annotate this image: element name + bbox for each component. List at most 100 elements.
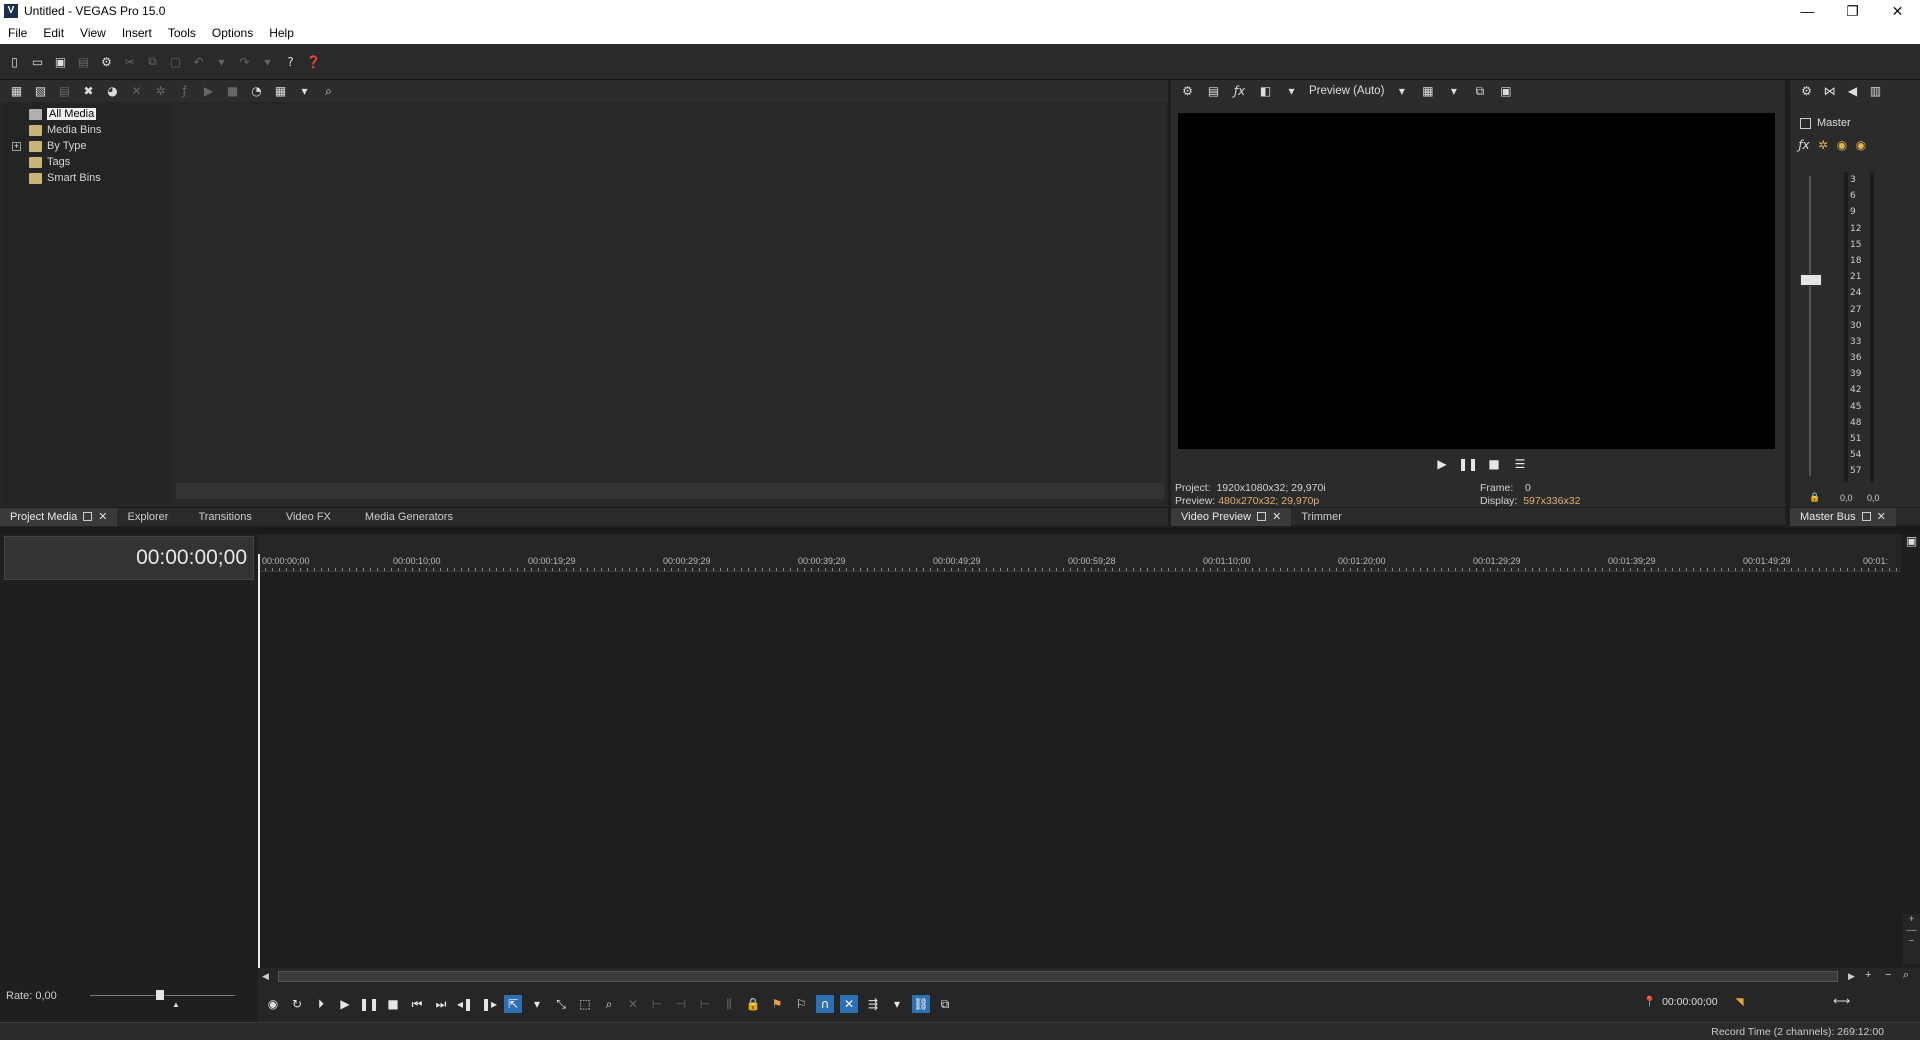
menu-edit[interactable]: Edit — [35, 26, 72, 40]
marker-bar[interactable] — [258, 534, 1901, 554]
previous-frame-icon[interactable]: ◂❚ — [456, 995, 474, 1013]
redo-icon[interactable]: ↷ — [236, 53, 253, 70]
views-icon[interactable]: ▦ — [272, 83, 289, 100]
ignore-grouping-icon[interactable]: ⧉ — [936, 995, 954, 1013]
copy-icon[interactable]: ⧉ — [144, 53, 161, 70]
scroll-right-icon[interactable]: ▶ — [1848, 971, 1855, 982]
menu-icon[interactable]: ☰ — [1511, 455, 1529, 473]
tree-item-tags[interactable]: Tags — [12, 154, 170, 170]
media-horizontal-scrollbar[interactable] — [176, 483, 1164, 499]
get-media-icon[interactable]: ▤ — [56, 83, 73, 100]
video-preview-canvas[interactable] — [1178, 113, 1775, 449]
new-project-icon[interactable]: ▯ — [6, 53, 23, 70]
tab-media-generators[interactable]: Media Generators — [341, 508, 463, 526]
undock-icon[interactable] — [83, 512, 93, 521]
envelope-tool-icon[interactable]: ⤡ — [552, 995, 570, 1013]
master-mute-icon[interactable]: ◉ — [1835, 136, 1849, 153]
play-icon[interactable]: ▶ — [336, 995, 354, 1013]
tab-video-preview[interactable]: Video Preview ✕ — [1171, 507, 1292, 526]
undo-icon[interactable]: ↶ — [190, 53, 207, 70]
master-fx-icon[interactable]: ƒx — [1797, 136, 1811, 153]
render-icon[interactable]: ▤ — [75, 53, 92, 70]
minimize-button[interactable]: — — [1785, 3, 1830, 20]
pause-icon[interactable]: ❚❚ — [1458, 455, 1478, 473]
record-icon[interactable]: ◉ — [264, 995, 282, 1013]
external-monitor-icon[interactable]: ▤ — [1205, 83, 1222, 100]
overlays-grid-icon[interactable]: ▦ — [1419, 83, 1436, 100]
playhead-cursor[interactable] — [258, 554, 260, 968]
master-automation-icon[interactable]: ✲ — [1816, 136, 1830, 153]
edit-details-icon[interactable]: ▣ — [1903, 534, 1920, 552]
edit-tool-dropdown-icon[interactable]: ▾ — [528, 995, 546, 1013]
meters-icon[interactable]: ▥ — [1867, 83, 1884, 100]
master-fader-handle[interactable] — [1800, 274, 1822, 286]
lock-envelopes-icon[interactable]: ⛓ — [912, 995, 930, 1013]
split-icon[interactable]: ⫼ — [720, 995, 738, 1013]
close-icon[interactable]: ✕ — [1272, 510, 1281, 523]
zoom-in-icon[interactable]: + — [1865, 969, 1871, 981]
panel-splitter[interactable] — [0, 527, 1920, 534]
auto-preview-icon[interactable]: ◔ — [248, 83, 265, 100]
save-snapshot-icon[interactable]: ▣ — [1497, 83, 1514, 100]
timeline-horizontal-scrollbar[interactable] — [278, 971, 1838, 982]
next-frame-icon[interactable]: ❚▸ — [480, 995, 498, 1013]
lock-icon[interactable]: 🔒 — [744, 995, 762, 1013]
insert-region-icon[interactable]: ⚐ — [792, 995, 810, 1013]
tab-explorer[interactable]: Explorer — [117, 508, 178, 526]
normal-edit-tool-icon[interactable]: ⇱ — [504, 995, 522, 1013]
undock-icon[interactable] — [1861, 512, 1871, 521]
delete-icon[interactable]: ✕ — [128, 83, 145, 100]
pause-icon[interactable]: ❚❚ — [359, 995, 379, 1013]
tree-item-media-bins[interactable]: Media Bins — [12, 122, 170, 138]
redo-dropdown-icon[interactable]: ▾ — [259, 53, 276, 70]
stop-icon[interactable]: ■ — [1485, 455, 1503, 473]
tab-video-fx[interactable]: Video FX — [262, 508, 341, 526]
tab-project-media[interactable]: Project Media ✕ — [0, 507, 118, 526]
close-icon[interactable]: ✕ — [98, 510, 107, 523]
split-dropdown-icon[interactable]: ▾ — [1283, 83, 1300, 100]
import-media-icon[interactable]: ▦ — [8, 83, 25, 100]
go-to-start-icon[interactable]: ⏮ — [408, 995, 426, 1013]
open-icon[interactable]: ▭ — [29, 53, 46, 70]
trim-icon[interactable]: ⊢ — [648, 995, 666, 1013]
tree-item-all-media[interactable]: All Media — [12, 106, 170, 122]
stop-icon[interactable]: ■ — [384, 995, 402, 1013]
undo-dropdown-icon[interactable]: ▾ — [213, 53, 230, 70]
ripple-edit-icon[interactable]: ⇶ — [864, 995, 882, 1013]
tree-item-smart-bins[interactable]: Smart Bins — [12, 170, 170, 186]
time-ruler[interactable]: 00:00:00;00 00:00:10;00 00:00:19;29 00:0… — [258, 554, 1901, 572]
video-fx-icon[interactable]: ƒx — [1231, 83, 1248, 100]
save-icon[interactable]: ▣ — [52, 53, 69, 70]
tree-item-by-type[interactable]: + By Type — [12, 138, 170, 154]
menu-tools[interactable]: Tools — [160, 26, 204, 40]
master-solo-icon[interactable]: ◉ — [1854, 136, 1868, 153]
media-list-area[interactable] — [172, 104, 1166, 503]
preview-quality-select[interactable]: Preview (Auto) — [1309, 85, 1384, 97]
zoom-tool-icon[interactable]: ⌕ — [1903, 969, 1909, 982]
ripple-dropdown-icon[interactable]: ▾ — [888, 995, 906, 1013]
whats-this-icon[interactable]: ❓ — [305, 53, 322, 70]
menu-view[interactable]: View — [72, 26, 114, 40]
tab-transitions[interactable]: Transitions — [178, 508, 261, 526]
selection-tool-icon[interactable]: ⬚ — [576, 995, 594, 1013]
go-to-end-icon[interactable]: ⏭ — [432, 995, 450, 1013]
capture-icon[interactable]: ▧ — [32, 83, 49, 100]
zoom-out-icon[interactable]: − — [1885, 969, 1891, 981]
delete-icon[interactable]: ✕ — [624, 995, 642, 1013]
loop-region-icon[interactable]: ◥ — [1736, 996, 1744, 1008]
scroll-left-icon[interactable]: ◀ — [262, 971, 269, 982]
menu-file[interactable]: File — [0, 26, 35, 40]
quality-dropdown-icon[interactable]: ▾ — [1393, 83, 1410, 100]
auto-crossfade-icon[interactable]: ✕ — [840, 995, 858, 1013]
split-screen-icon[interactable]: ◧ — [1257, 83, 1274, 100]
play-icon[interactable]: ▶ — [200, 83, 217, 100]
media-fx-icon[interactable]: ✲ — [152, 83, 169, 100]
web-media-icon[interactable]: ◕ — [104, 83, 121, 100]
help-icon[interactable]: ? — [282, 53, 299, 70]
paste-icon[interactable]: ▢ — [167, 53, 184, 70]
rate-slider-handle[interactable] — [155, 989, 165, 1001]
fx-icon[interactable]: ƒ — [176, 83, 193, 100]
close-icon[interactable]: ✕ — [1877, 510, 1886, 523]
snapping-icon[interactable]: ∩ — [816, 995, 834, 1013]
loop-playback-icon[interactable]: ↻ — [288, 995, 306, 1013]
